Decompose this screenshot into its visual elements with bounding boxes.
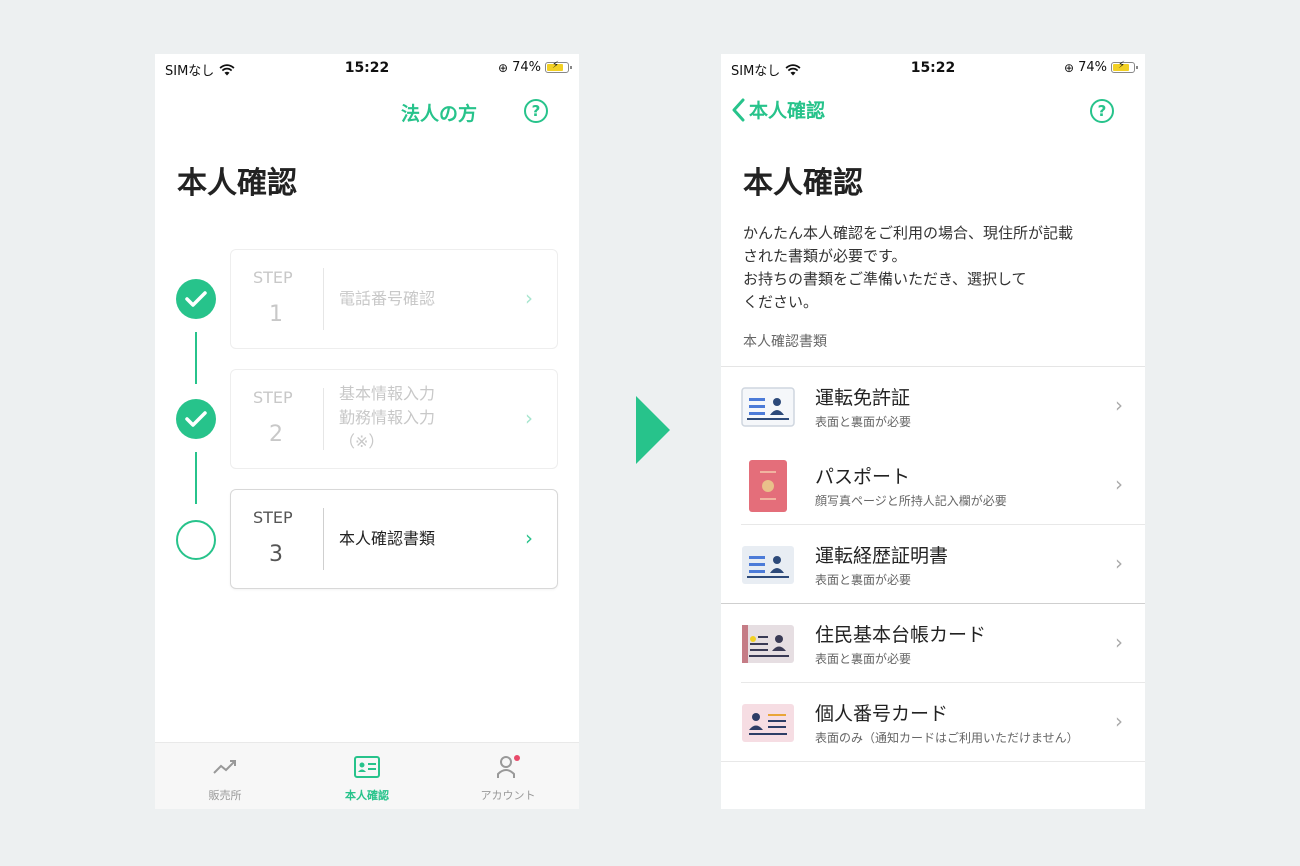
battery-percent: 74% — [1078, 60, 1107, 75]
document-name: パスポート — [815, 466, 911, 488]
step-label: STEP — [253, 388, 293, 407]
status-bar: SIMなし 15:22 ⊕ 74% ⚡ — [155, 54, 579, 82]
chevron-right-icon: › — [525, 526, 533, 550]
step-number: 2 — [269, 422, 283, 447]
trend-chart-icon — [175, 753, 275, 781]
step-2-card[interactable]: STEP 2 基本情報入力 勤務情報入力 （※） › — [230, 369, 558, 469]
orientation-lock-icon: ⊕ — [498, 60, 509, 75]
chevron-right-icon: › — [525, 286, 533, 310]
id-card-icon — [317, 753, 417, 781]
flow-arrow-icon — [636, 396, 670, 464]
help-icon[interactable]: ? — [1090, 99, 1114, 123]
step-3-card[interactable]: STEP 3 本人確認書類 › — [230, 489, 558, 589]
step-1-card[interactable]: STEP 1 電話番号確認 › — [230, 249, 558, 349]
chevron-right-icon: › — [525, 406, 533, 430]
chevron-right-icon: › — [1115, 630, 1123, 654]
driving-record-card-icon — [741, 545, 795, 589]
step-note: （※） — [339, 432, 385, 451]
step-title: 電話番号確認 — [339, 289, 436, 308]
step-2-check-icon — [176, 399, 216, 439]
chevron-left-icon — [732, 98, 745, 121]
document-item-passport[interactable]: パスポート 顔写真ページと所持人記入欄が必要 › — [721, 446, 1145, 525]
step-title: 基本情報入力 — [339, 384, 436, 403]
chevron-right-icon: › — [1115, 393, 1123, 417]
license-card-icon — [741, 387, 795, 431]
step-1-check-icon — [176, 279, 216, 319]
page-title: 本人確認 — [177, 166, 297, 201]
chevron-right-icon: › — [1115, 709, 1123, 733]
tab-account[interactable]: アカウント — [458, 753, 558, 803]
page-title: 本人確認 — [743, 166, 863, 201]
tab-identity[interactable]: 本人確認 — [317, 753, 417, 803]
document-name: 住民基本台帳カード — [815, 624, 987, 646]
chevron-right-icon: › — [1115, 551, 1123, 575]
document-item-license[interactable]: 運転免許証 表面と裏面が必要 › — [721, 367, 1145, 446]
step-connector — [195, 452, 197, 504]
document-name: 運転免許証 — [815, 387, 911, 409]
orientation-lock-icon: ⊕ — [1064, 60, 1075, 75]
step-label: STEP — [253, 268, 293, 287]
mynumber-card-icon — [741, 703, 795, 747]
section-label: 本人確認書類 — [743, 334, 827, 350]
back-button[interactable]: 本人確認 — [731, 96, 825, 123]
phone-screen-documents: SIMなし 15:22 ⊕ 74% ⚡ 本人確認 ? 本人確認 かんたん本人確認… — [721, 54, 1145, 809]
document-item-mynumber-card[interactable]: 個人番号カード 表面のみ（通知カードはご利用いただけません） › — [721, 683, 1145, 762]
help-icon[interactable]: ? — [524, 99, 548, 123]
chevron-right-icon: › — [1115, 472, 1123, 496]
document-list: 運転免許証 表面と裏面が必要 › パスポート 顔写真ページと所持人記入欄が必要 … — [721, 366, 1145, 762]
document-name: 個人番号カード — [815, 703, 949, 725]
document-name: 運転経歴証明書 — [815, 545, 949, 567]
step-title: 本人確認書類 — [339, 529, 436, 548]
tab-exchange[interactable]: 販売所 — [175, 753, 275, 803]
step-number: 1 — [269, 302, 283, 327]
step-connector — [195, 332, 197, 384]
corporate-link[interactable]: 法人の方 — [401, 99, 477, 126]
battery-icon: ⚡ — [1111, 60, 1138, 73]
back-label: 本人確認 — [749, 100, 826, 122]
resident-card-icon — [741, 624, 795, 668]
step-label: STEP — [253, 508, 293, 527]
battery-percent: 74% — [512, 60, 541, 75]
document-requirement: 表面のみ（通知カードはご利用いただけません） — [815, 731, 1079, 745]
document-item-resident-card[interactable]: 住民基本台帳カード 表面と裏面が必要 › — [721, 604, 1145, 683]
passport-icon — [748, 459, 788, 517]
tab-bar: 販売所 本人確認 アカウント — [155, 742, 579, 809]
battery-icon: ⚡ — [545, 60, 572, 73]
description: かんたん本人確認をご利用の場合、現住所が記載 された書類が必要です。 お持ちの書… — [743, 224, 1074, 311]
document-requirement: 表面と裏面が必要 — [815, 415, 912, 429]
status-bar: SIMなし 15:22 ⊕ 74% ⚡ — [721, 54, 1145, 82]
step-3-circle-icon — [176, 520, 216, 560]
phone-screen-steps: SIMなし 15:22 ⊕ 74% ⚡ 法人の方 ? 本人確認 STEP 1 電… — [155, 54, 579, 809]
document-item-driving-record[interactable]: 運転経歴証明書 表面と裏面が必要 › — [721, 525, 1145, 604]
person-icon — [458, 753, 558, 781]
document-requirement: 顔写真ページと所持人記入欄が必要 — [815, 494, 1007, 508]
step-number: 3 — [269, 542, 283, 567]
step-title: 勤務情報入力 — [339, 408, 436, 427]
document-requirement: 表面と裏面が必要 — [815, 573, 912, 587]
document-requirement: 表面と裏面が必要 — [815, 652, 912, 666]
